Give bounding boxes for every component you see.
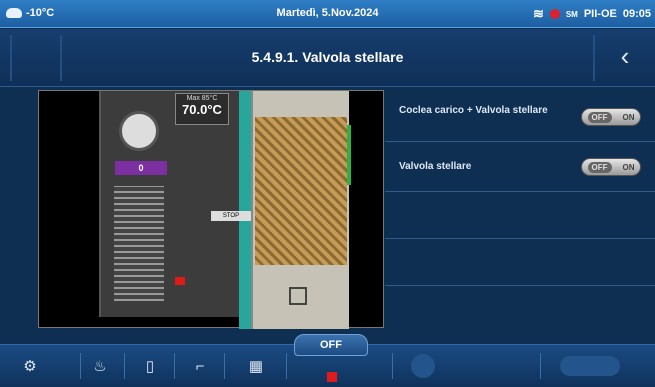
level-indicator xyxy=(347,125,351,185)
pellet-stack xyxy=(255,117,347,265)
toggle-switch[interactable]: OFF ON xyxy=(581,108,641,126)
tank-icon[interactable]: ▯ xyxy=(134,351,166,381)
toggle-off-label: OFF xyxy=(587,111,612,123)
divider xyxy=(124,353,125,379)
stop-tag: STOP xyxy=(211,211,251,221)
divider xyxy=(80,353,81,379)
ash-box-icon xyxy=(289,287,307,305)
settings-list: Coclea carico + Valvola stellare OFF ON … xyxy=(385,92,655,286)
fan-icon xyxy=(119,111,159,151)
toggle-on-label: ON xyxy=(622,112,635,122)
divider xyxy=(286,353,287,379)
page-title: 5.4.9.1. Valvola stellare xyxy=(251,49,404,65)
title-bar: 5.4.9.1. Valvola stellare ‹ xyxy=(0,29,655,87)
alarm-icon[interactable] xyxy=(549,9,560,19)
temperature-box: Max 85°C 70.0°C xyxy=(175,93,229,125)
setting-label: Valvola stellare xyxy=(399,161,472,172)
toggle-off-label: OFF xyxy=(587,161,612,173)
empty-row xyxy=(385,239,655,286)
temp-max-label: Max 85°C xyxy=(186,95,218,102)
system-icon[interactable]: ⚙ xyxy=(14,351,46,381)
motor-indicator xyxy=(175,277,185,285)
status-indicator xyxy=(327,372,337,382)
setting-row: Coclea carico + Valvola stellare OFF ON xyxy=(385,92,655,142)
setting-row: Valvola stellare OFF ON xyxy=(385,142,655,192)
divider xyxy=(540,353,541,379)
flame-icon[interactable]: ♨ xyxy=(84,351,116,381)
radiator-icon[interactable]: ▦ xyxy=(240,351,272,381)
grate-icon xyxy=(114,186,164,301)
boiler-diagram: 0 Max 85°C 70.0°C STOP xyxy=(38,90,384,329)
toggle-switch[interactable]: OFF ON xyxy=(581,158,641,176)
sm-label: SM xyxy=(565,9,578,19)
clock: 09:05 xyxy=(622,8,651,20)
setting-label: Coclea carico + Valvola stellare xyxy=(399,105,548,116)
empty-row xyxy=(385,192,655,239)
off-button[interactable]: OFF xyxy=(294,334,368,356)
profile-label: PII-OE xyxy=(583,8,617,20)
tap-icon[interactable]: ⌐ xyxy=(184,351,216,381)
chevron-left-icon: ‹ xyxy=(620,41,630,71)
feed-column xyxy=(239,91,251,329)
counter-badge: 0 xyxy=(115,161,167,175)
divider xyxy=(392,353,393,379)
divider xyxy=(174,353,175,379)
divider xyxy=(224,353,225,379)
nav-circle-button[interactable] xyxy=(411,354,435,378)
wifi-icon: ≋ xyxy=(532,6,544,21)
temp-value: 70.0°C xyxy=(182,102,222,117)
back-button[interactable]: ‹ xyxy=(609,41,641,73)
status-bar: -10°C Martedì, 5.Nov.2024 ≋ SM PII-OE 09… xyxy=(0,0,655,28)
toggle-on-label: ON xyxy=(622,162,635,172)
nav-pill-button[interactable] xyxy=(560,356,620,376)
